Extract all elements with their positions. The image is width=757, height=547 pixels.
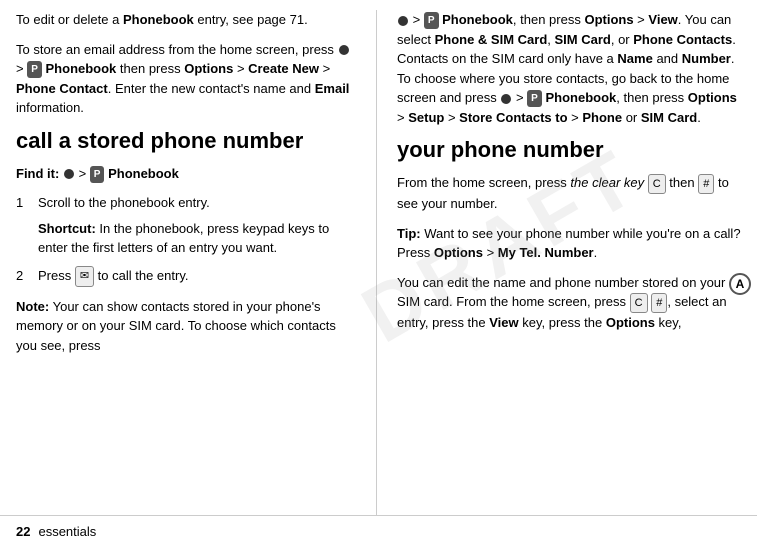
find-it-line: Find it: > P Phonebook: [16, 164, 356, 184]
options-label1: Options: [184, 61, 233, 76]
step-1: 1 Scroll to the phonebook entry. Shortcu…: [16, 193, 356, 258]
phone-contact-label: Phone Contact: [16, 81, 108, 96]
intro-para1: To edit or delete a Phonebook entry, see…: [16, 10, 356, 30]
step-1-number: 1: [16, 193, 30, 258]
email-label: Email: [315, 81, 350, 96]
phonebook-icon2: P: [90, 166, 105, 183]
phonebook-icon1: P: [27, 61, 42, 78]
create-new-label: Create New: [248, 61, 319, 76]
nav-dot-icon2: [64, 169, 74, 179]
sim-label: SIM Card: [641, 110, 697, 125]
nav-dot-icon4: [501, 94, 511, 104]
phone-contacts-label: Phone Contacts: [633, 32, 732, 47]
page-footer: 22 essentials: [0, 515, 757, 547]
setup-label: Setup: [408, 110, 444, 125]
nav-dot-icon3: [398, 16, 408, 26]
name-label: Name: [617, 51, 652, 66]
phonebook-label2: Phonebook: [108, 166, 179, 181]
store-contacts-label: Store Contacts to: [459, 110, 567, 125]
step-2-number: 2: [16, 266, 30, 287]
view-label2: View: [489, 315, 518, 330]
sim-card-label: SIM Card: [555, 32, 611, 47]
shortcut-block: Shortcut: In the phonebook, press keypad…: [38, 219, 356, 258]
options-label3: Options: [688, 90, 737, 105]
clear-key-label: the clear key: [570, 175, 644, 190]
find-it-label: Find it:: [16, 166, 59, 181]
phonebook-label1: Phonebook: [46, 61, 117, 76]
nav-dot-icon1: [339, 45, 349, 55]
view-label: View: [648, 12, 677, 27]
hash-key-icon2: #: [651, 293, 667, 314]
phonebook-label4: Phonebook: [545, 90, 616, 105]
intro-para2: To store an email address from the home …: [16, 40, 356, 118]
page-container: DRAFT To edit or delete a Phonebook entr…: [0, 0, 757, 547]
my-tel-label: My Tel. Number: [498, 245, 594, 260]
steps-list: 1 Scroll to the phonebook entry. Shortcu…: [16, 193, 356, 286]
note-para: Note: Your can show contacts stored in y…: [16, 297, 356, 356]
options-label4: Options: [434, 245, 483, 260]
step-2-content: Press ✉ to call the entry.: [38, 266, 356, 287]
footer-label: essentials: [38, 524, 96, 539]
right-para3: You can edit the name and phone number s…: [397, 273, 741, 333]
step-2: 2 Press ✉ to call the entry.: [16, 266, 356, 287]
note-label: Note:: [16, 299, 49, 314]
phone-label: Phone: [582, 110, 622, 125]
step-1-content: Scroll to the phonebook entry. Shortcut:…: [38, 193, 356, 258]
number-label: Number: [682, 51, 731, 66]
right-section-heading: your phone number: [397, 137, 741, 163]
options-label2: Options: [584, 12, 633, 27]
tip-label: Tip:: [397, 226, 421, 241]
left-column: To edit or delete a Phonebook entry, see…: [16, 10, 356, 515]
a-circle-icon: A: [729, 273, 751, 295]
options-label5: Options: [606, 315, 655, 330]
note-text: Your can show contacts stored in your ph…: [16, 299, 336, 353]
right-para1: > P Phonebook, then press Options > View…: [397, 10, 741, 127]
clear-key-icon3: C: [630, 293, 648, 314]
right-column: > P Phonebook, then press Options > View…: [376, 10, 741, 515]
page-number: 22: [16, 524, 30, 539]
hash-key-icon: #: [698, 174, 714, 195]
phonebook-label3: Phonebook: [442, 12, 513, 27]
content-area: To edit or delete a Phonebook entry, see…: [0, 0, 757, 515]
shortcut-label: Shortcut:: [38, 221, 96, 236]
phonebook-icon3: P: [424, 12, 439, 29]
left-section-heading: call a stored phone number: [16, 128, 356, 154]
clear-key-icon2: C: [648, 174, 666, 195]
tip-para: Tip: Want to see your phone number while…: [397, 224, 741, 263]
call-key-icon: ✉: [75, 266, 94, 287]
phonebook-ref1: Phonebook: [123, 12, 194, 27]
right-para2: From the home screen, press the clear ke…: [397, 173, 741, 213]
phonebook-icon4: P: [527, 90, 542, 107]
phone-sim-label: Phone & SIM Card: [435, 32, 548, 47]
step-1-text: Scroll to the phonebook entry.: [38, 195, 210, 210]
